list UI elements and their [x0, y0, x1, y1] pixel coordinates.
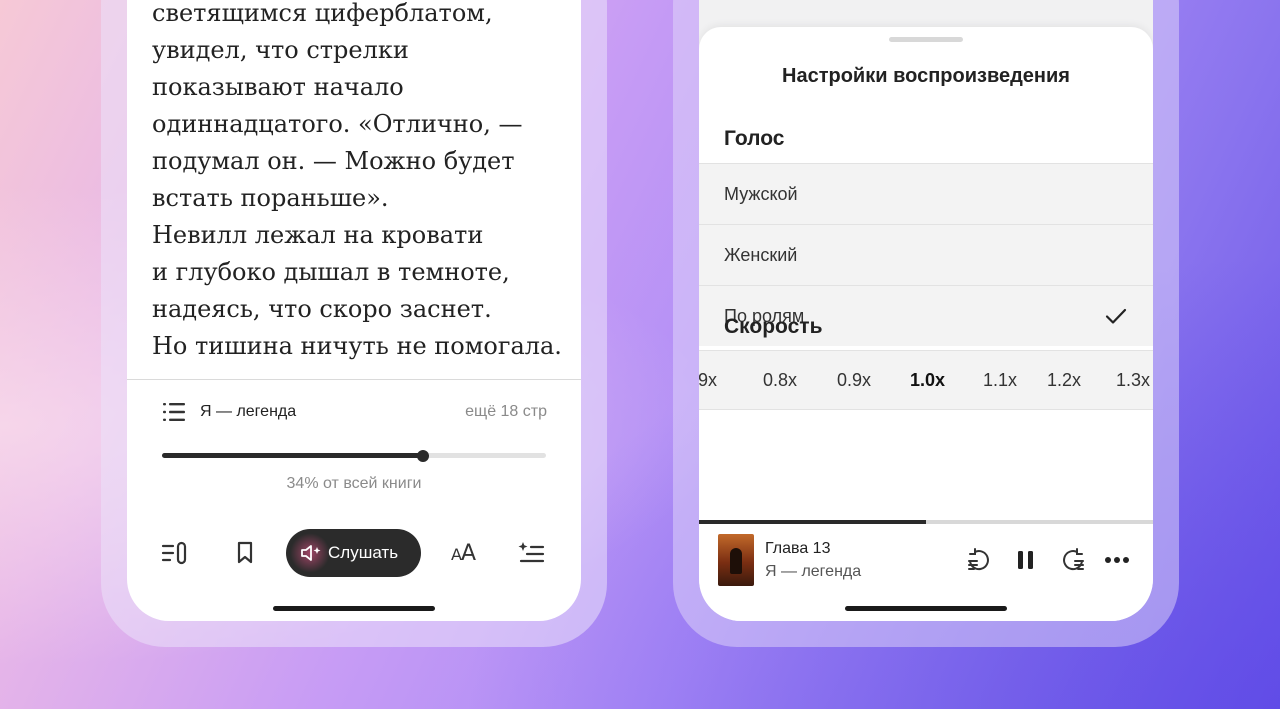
chapter-title: Глава 13: [765, 540, 831, 557]
reading-progress-fill: [162, 453, 424, 458]
speed-option-selected[interactable]: 1.0x: [910, 370, 945, 391]
sparkle-list-icon[interactable]: [516, 538, 546, 568]
table-of-contents-icon[interactable]: [163, 402, 187, 422]
voice-option-female[interactable]: Женский: [699, 224, 1153, 285]
reading-progress-slider[interactable]: [162, 449, 546, 462]
rewind-icon[interactable]: [965, 547, 991, 573]
playback-progress-bar[interactable]: [699, 520, 1153, 524]
voice-label: Женский: [724, 244, 798, 265]
font-size-icon[interactable]: AA: [445, 538, 481, 568]
pages-left: ещё 18 стр: [465, 403, 547, 420]
listen-label: Слушать: [328, 543, 399, 562]
more-icon[interactable]: [1104, 547, 1130, 573]
notes-icon[interactable]: [160, 538, 190, 568]
book-text: светящимся циферблатом, увидел, что стрел…: [152, 0, 572, 365]
player-screen: Настройки воспроизведения Голос Мужской …: [699, 0, 1153, 621]
speed-option[interactable]: 0.8x: [763, 370, 797, 391]
pause-icon[interactable]: [1013, 547, 1039, 573]
book-text-line: подумал он. — Можно будет: [152, 147, 515, 175]
voice-heading: Голос: [724, 127, 785, 150]
speed-option[interactable]: .9x: [699, 370, 717, 391]
player-book-title: Я — легенда: [765, 563, 862, 580]
speed-selector[interactable]: .9x 0.8x 0.9x 1.0x 1.1x 1.2x 1.3x: [699, 350, 1153, 410]
book-text-line: одиннадцатого. «Отлично, —: [152, 110, 523, 138]
home-indicator: [845, 606, 1007, 611]
reading-progress-knob[interactable]: [417, 449, 430, 462]
speed-option[interactable]: 1.2x: [1047, 370, 1081, 391]
book-cover[interactable]: [718, 534, 754, 586]
forward-icon[interactable]: [1061, 547, 1087, 573]
reader-screen: светящимся циферблатом, увидел, что стрел…: [127, 0, 581, 621]
voice-option-male[interactable]: Мужской: [699, 163, 1153, 224]
book-title[interactable]: Я — легенда: [200, 403, 296, 421]
bookmark-icon[interactable]: [230, 538, 260, 568]
book-text-line: надеясь, что скоро заснет.: [152, 295, 492, 323]
speed-heading: Скорость: [724, 315, 823, 338]
book-text-line: встать пораньше».: [152, 184, 389, 212]
home-indicator: [273, 606, 435, 611]
playback-progress-fill: [699, 520, 926, 524]
speed-option[interactable]: 0.9x: [837, 370, 871, 391]
sheet-title: Настройки воспроизведения: [782, 65, 1070, 87]
book-text-line: светящимся циферблатом,: [152, 0, 493, 27]
voice-label: Мужской: [724, 183, 798, 204]
speed-option[interactable]: 1.1x: [983, 370, 1017, 391]
checkmark-icon: [1105, 308, 1127, 324]
book-text-line: увидел, что стрелки: [152, 36, 409, 64]
playback-settings-sheet: Настройки воспроизведения Голос Мужской …: [699, 27, 1153, 520]
book-text-line: Невилл лежал на кровати: [152, 221, 484, 249]
sparkle-speaker-icon: [301, 545, 321, 561]
speed-option[interactable]: 1.3x: [1116, 370, 1150, 391]
sheet-grabber[interactable]: [889, 37, 963, 42]
progress-caption: 34% от всей книги: [286, 475, 422, 492]
divider: [127, 379, 581, 380]
book-text-line: Но тишина ничуть не помогала.: [152, 332, 562, 360]
listen-button[interactable]: Слушать: [286, 529, 421, 577]
book-text-line: показывают начало: [152, 73, 404, 101]
book-text-line: и глубоко дышал в темноте,: [152, 258, 510, 286]
